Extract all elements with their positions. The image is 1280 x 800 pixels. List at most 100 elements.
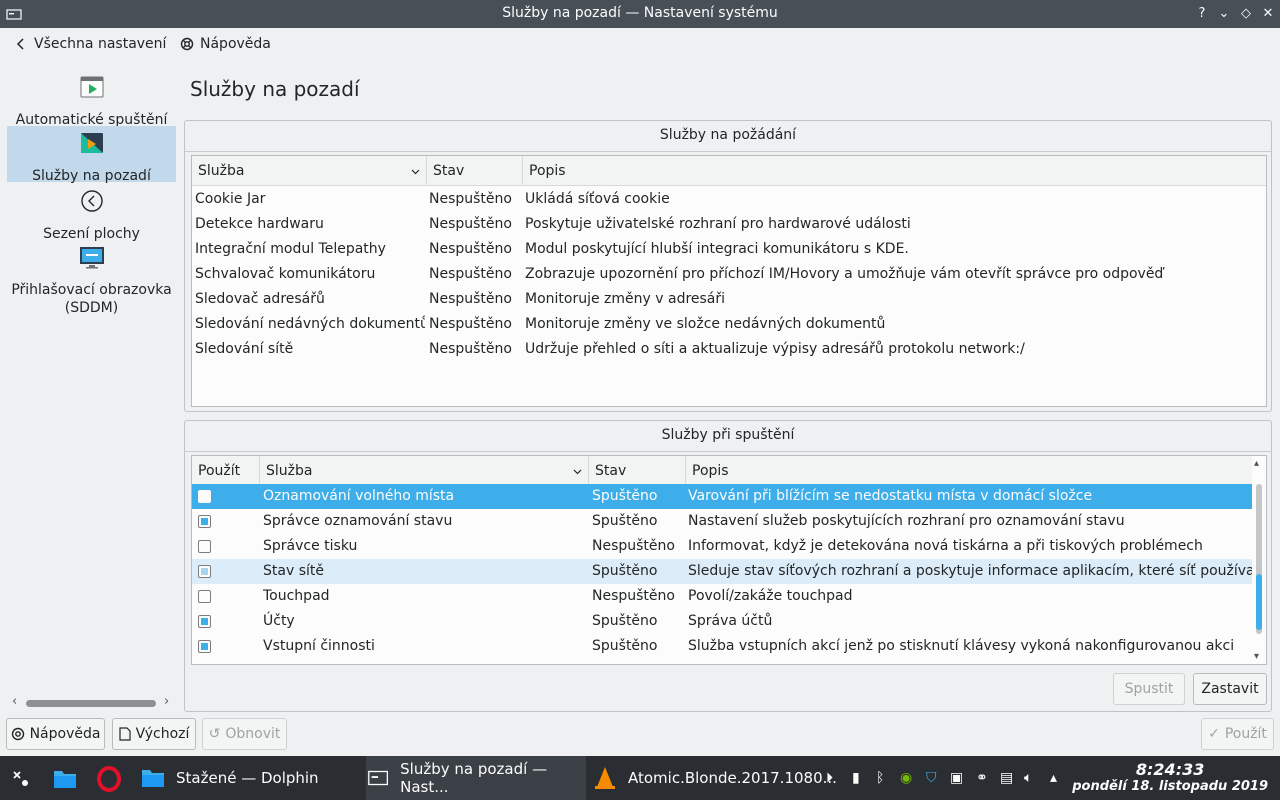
service-status: Nespuštěno xyxy=(429,341,512,357)
sidebar-horizontal-scrollbar[interactable]: ‹ › xyxy=(8,694,176,710)
all-settings-label: Všechna nastavení xyxy=(34,36,167,52)
volume-icon[interactable]: 🔈︎ xyxy=(1024,770,1040,786)
table-row[interactable]: Vstupní činnosti Spuštěno Služba vstupních… xyxy=(192,634,1252,659)
folder-icon[interactable] xyxy=(52,766,78,792)
nvidia-icon[interactable]: ◉ xyxy=(900,770,916,786)
opera-icon[interactable] xyxy=(96,766,122,792)
task-system-settings[interactable]: Služby na pozadí — Nast... xyxy=(366,756,586,800)
table-row[interactable]: Touchpad Nespuštěno Povolí/zakáže touchpad xyxy=(192,584,1252,609)
sidebar-item-autostart[interactable]: Automatické spuštění xyxy=(7,74,176,130)
use-checkbox[interactable] xyxy=(198,565,211,578)
app-launcher-icon[interactable] xyxy=(10,768,32,790)
on-demand-table: Služba Stav Popis Cookie Jar Nespuštěno Uk… xyxy=(191,155,1267,407)
service-description: Sleduje stav síťových rozhraní a poskytu… xyxy=(688,563,1254,579)
use-checkbox[interactable] xyxy=(198,590,211,603)
service-description: Správa účtů xyxy=(688,613,773,629)
table-row[interactable]: Sledovač adresářů Nespuštěno Monitoruje zm… xyxy=(192,287,1266,312)
scroll-right-icon[interactable]: › xyxy=(164,694,169,709)
service-description: Zobrazuje upozornění pro příchozí IM/Hov… xyxy=(525,266,1164,282)
service-status: Nespuštěno xyxy=(429,241,512,257)
column-service[interactable]: Služba xyxy=(260,456,589,486)
monitor-icon[interactable]: ▣ xyxy=(950,770,966,786)
document-icon xyxy=(118,727,131,741)
help-window-button[interactable]: ? xyxy=(1192,4,1212,24)
sidebar-item-background-services[interactable]: Služby na pozadí xyxy=(7,126,176,184)
network-icon[interactable]: ⚭ xyxy=(976,770,992,786)
service-status: Nespuštěno xyxy=(429,216,512,232)
task-dolphin[interactable]: Stažené — Dolphin xyxy=(140,756,319,800)
use-checkbox[interactable] xyxy=(198,615,211,628)
table-row[interactable]: Správce tisku Nespuštěno Informovat, když … xyxy=(192,534,1252,559)
use-checkbox[interactable] xyxy=(198,515,211,528)
clipboard-icon[interactable]: ▤ xyxy=(1000,770,1016,786)
column-service[interactable]: Služba xyxy=(192,156,427,186)
chevron-down-icon xyxy=(411,169,420,175)
service-description: Modul poskytující hlubší integraci komun… xyxy=(525,241,909,257)
table-row[interactable]: Správce oznamování stavu Spuštěno Nastaven… xyxy=(192,509,1252,534)
help-lifebuoy-icon xyxy=(11,727,24,741)
help-button[interactable]: Nápověda xyxy=(6,718,105,750)
column-use[interactable]: Použít xyxy=(192,456,260,486)
reset-button[interactable]: ↺ Obnovit xyxy=(202,718,287,750)
table-row[interactable]: Oznamování volného místa Spuštěno Varování… xyxy=(192,484,1252,509)
all-settings-button[interactable]: Všechna nastavení xyxy=(14,36,166,52)
sidebar-scroll-thumb[interactable] xyxy=(26,700,156,707)
sidebar: Automatické spuštění Služby na pozadí Se… xyxy=(0,64,178,714)
service-description: Udržuje přehled o síti a aktualizuje výp… xyxy=(525,341,1025,357)
table-row[interactable]: Detekce hardwaru Nespuštěno Poskytuje uživ… xyxy=(192,212,1266,237)
stop-button[interactable]: Zastavit xyxy=(1193,673,1267,705)
table-row[interactable]: Sledování sítě Nespuštěno Udržuje přehled … xyxy=(192,337,1266,362)
minimize-button[interactable]: ⌄ xyxy=(1214,4,1234,24)
start-button[interactable]: Spustit xyxy=(1113,673,1185,705)
toolbar-help-button[interactable]: Nápověda xyxy=(180,36,271,52)
tray-expand-icon[interactable]: ▴ xyxy=(1050,770,1066,786)
bluetooth-icon[interactable]: ᛒ xyxy=(876,770,892,786)
service-status: Spuštěno xyxy=(592,513,658,529)
service-status: Nespuštěno xyxy=(429,266,512,282)
sidebar-item-login-screen[interactable]: Přihlašovací obrazovka (SDDM) xyxy=(7,244,176,316)
close-button[interactable]: ✕ xyxy=(1258,4,1278,24)
table-row[interactable]: Schvalovač komunikátoru Nespuštěno Zobrazu… xyxy=(192,262,1266,287)
column-status[interactable]: Stav xyxy=(427,156,523,186)
keep-above-button[interactable]: ◇ xyxy=(1236,4,1256,24)
service-name: Sledovač adresářů xyxy=(195,291,325,307)
media-player-icon[interactable]: ⏵ xyxy=(826,770,842,786)
startup-table: Použít Služba Stav Popis Oznamování voln… xyxy=(191,455,1267,665)
window-title: Služby na pozadí — Nastavení systému xyxy=(502,5,778,21)
service-description: Povolí/zakáže touchpad xyxy=(688,588,853,604)
service-name: Sledování sítě xyxy=(195,341,294,357)
service-name: Účty xyxy=(263,613,295,629)
clock-date: pondělí 18. listopadu 2019 xyxy=(1072,779,1268,794)
use-checkbox[interactable] xyxy=(198,540,211,553)
startup-vertical-scrollbar[interactable]: ▴ ▾ xyxy=(1252,456,1266,664)
autostart-icon xyxy=(80,76,103,98)
service-status: Spuštěno xyxy=(592,638,658,654)
apply-button[interactable]: ✓ Použít xyxy=(1201,718,1274,750)
column-status[interactable]: Stav xyxy=(589,456,686,486)
table-row[interactable]: Integrační modul Telepathy Nespuštěno Modu… xyxy=(192,237,1266,262)
table-row[interactable]: Sledování nedávných dokumentů Nespuštěno M… xyxy=(192,312,1266,337)
service-description: Monitoruje změny v adresáři xyxy=(525,291,726,307)
use-checkbox[interactable] xyxy=(198,490,211,503)
scroll-thumb[interactable] xyxy=(1256,574,1262,630)
table-row[interactable]: Stav sítě Spuštěno Sleduje stav síťových r… xyxy=(192,559,1254,584)
shield-icon[interactable]: ⛉ xyxy=(926,770,942,786)
sidebar-item-desktop-session[interactable]: Sezení plochy xyxy=(7,188,176,244)
service-status: Nespuštěno xyxy=(429,191,512,207)
scroll-down-icon[interactable]: ▾ xyxy=(1254,651,1259,662)
scroll-up-icon[interactable]: ▴ xyxy=(1254,458,1259,469)
use-checkbox[interactable] xyxy=(198,640,211,653)
table-row[interactable]: Účty Spuštěno Správa účtů xyxy=(192,609,1252,634)
service-status: Nespuštěno xyxy=(592,588,675,604)
defaults-button[interactable]: Výchozí xyxy=(112,718,196,750)
column-description[interactable]: Popis xyxy=(686,456,1254,486)
table-row[interactable]: Cookie Jar Nespuštěno Ukládá síťová cookie xyxy=(192,187,1266,212)
clock[interactable]: 8:24:33 pondělí 18. listopadu 2019 xyxy=(1072,760,1268,794)
sidebar-item-label: Přihlašovací obrazovka (SDDM) xyxy=(11,282,172,316)
usb-device-icon[interactable]: ▮ xyxy=(852,770,868,786)
group-divider xyxy=(185,151,1271,152)
task-vlc[interactable]: Atomic.Blonde.2017.1080... xyxy=(592,756,837,800)
checkmark-icon: ✓ xyxy=(1208,726,1220,742)
column-description[interactable]: Popis xyxy=(523,156,1266,186)
scroll-left-icon[interactable]: ‹ xyxy=(12,694,17,709)
